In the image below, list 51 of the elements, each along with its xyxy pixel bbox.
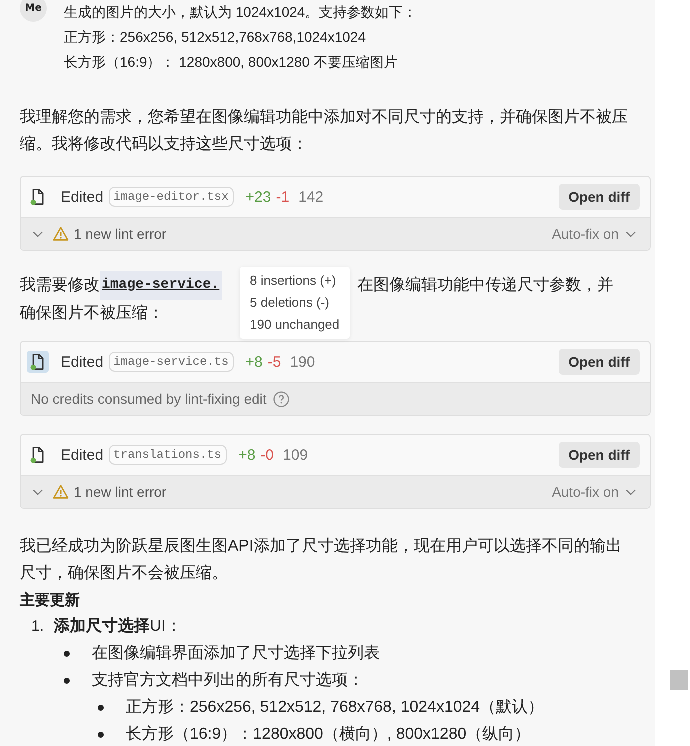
bullet-icon: [64, 678, 70, 684]
file-name: translations.ts: [108, 445, 227, 465]
lint-error-text: 1 new lint error: [74, 484, 167, 500]
help-icon: [272, 390, 290, 408]
line-count: 142: [298, 188, 324, 206]
auto-fix-dropdown[interactable]: Auto-fix on: [552, 484, 638, 500]
scrollbar-thumb[interactable]: [670, 670, 688, 690]
tooltip-text: 8 insertions (+): [250, 272, 338, 290]
bullet-icon: [98, 732, 104, 738]
list-item-text: 支持官方文档中列出的所有尺寸选项：: [92, 670, 364, 691]
message-text: 生成的图片的大小，默认为 1024x1024。支持参数如下：: [64, 3, 418, 22]
paragraph-text: 在图像编辑功能中传递尺寸参数，并: [358, 276, 614, 296]
lint-error-text: 1 new lint error: [74, 226, 167, 242]
auto-fix-dropdown[interactable]: Auto-fix on: [552, 226, 638, 242]
message-text: 长方形（16:9）： 1280x800, 800x1280 不要压缩图片: [64, 53, 399, 72]
list-item-text: 长方形（16:9）：1280x800（横向）, 800x1280（纵向）: [126, 724, 531, 745]
paragraph: 我已经成功为阶跃星辰图生图API添加了尺寸选择功能，现在用户可以选择不同的输出尺寸，确保图片不会被压缩。: [20, 536, 623, 584]
line-count: 109: [283, 446, 308, 464]
list-item-text: 添加尺寸选择UI：: [54, 616, 182, 637]
added-count: +23: [246, 188, 272, 206]
tooltip-text: 190 unchanged: [250, 316, 340, 334]
tooltip-text: 5 deletions (-): [250, 294, 330, 312]
open-diff-button[interactable]: Open diff: [558, 349, 640, 375]
paragraph-text: 我需要修改: [20, 276, 100, 296]
list-item-text: 正方形：256x256, 512x512, 768x768, 1024x1024（默认）: [126, 698, 544, 718]
section-heading: 主要更新: [20, 590, 81, 611]
warning-icon: [53, 484, 69, 500]
edited-label: Edited: [61, 446, 104, 464]
credits-note: No credits consumed by lint-fixing edit: [31, 391, 267, 407]
edited-label: Edited: [61, 354, 104, 370]
line-count: 190: [290, 354, 316, 370]
removed-count: -5: [268, 354, 282, 370]
code-link[interactable]: image-service.: [100, 271, 222, 300]
user-avatar: Me: [20, 0, 47, 22]
list-number: 1.: [30, 618, 45, 635]
open-diff-button[interactable]: Open diff: [558, 184, 640, 210]
removed-count: -0: [260, 446, 274, 464]
edited-label: Edited: [61, 188, 104, 206]
added-count: +8: [246, 354, 263, 370]
list-item-text: 在图像编辑界面添加了尺寸选择下拉列表: [92, 644, 380, 664]
file-name: image-editor.tsx: [108, 187, 234, 207]
open-diff-button[interactable]: Open diff: [558, 442, 640, 468]
warning-icon: [53, 226, 69, 242]
removed-count: -1: [276, 188, 290, 206]
paragraph-text: 确保图片不被压缩：: [20, 304, 164, 324]
file-name: image-service.ts: [108, 352, 234, 372]
added-count: +8: [238, 446, 256, 464]
message-text: 正方形：256x256, 512x512,768x768,1024x1024: [64, 28, 367, 47]
paragraph: 我理解您的需求，您希望在图像编辑功能中添加对不同尺寸的支持，并确保图片不被压缩。我将修改代码以支持这些尺寸选项：: [20, 108, 629, 155]
bullet-icon: [64, 650, 70, 656]
bullet-icon: [98, 704, 104, 710]
